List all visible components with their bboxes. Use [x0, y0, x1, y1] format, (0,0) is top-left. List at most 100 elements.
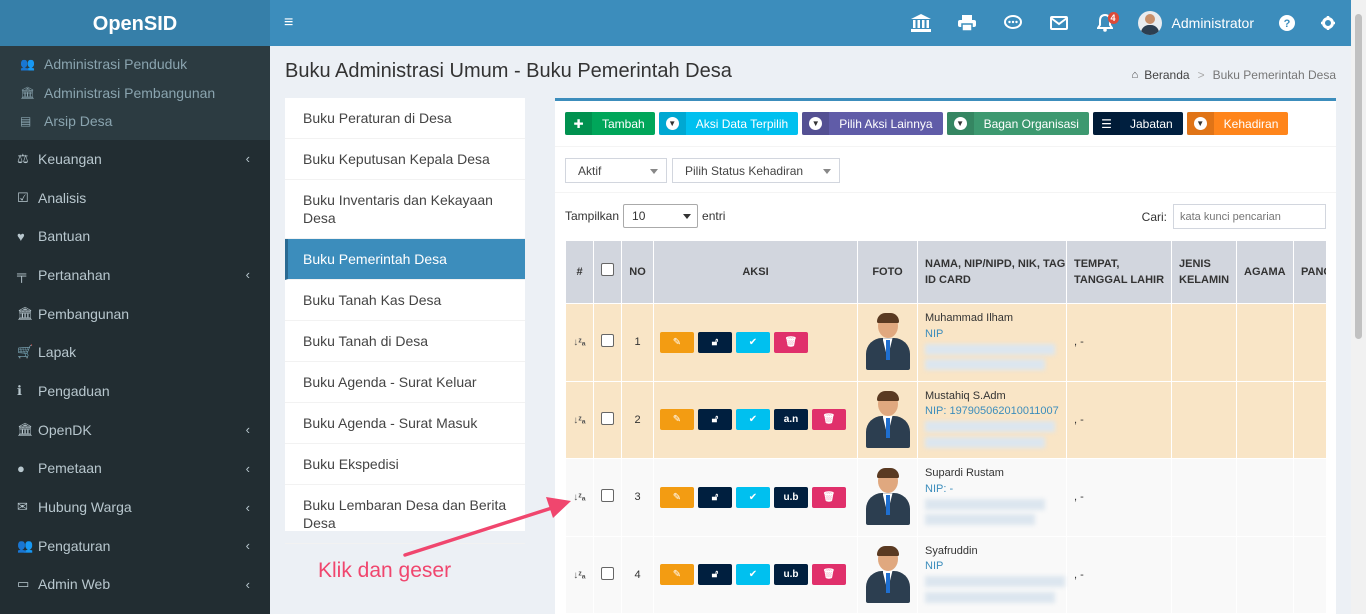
signing-type-button[interactable]: u.b: [774, 564, 808, 586]
breadcrumb-home[interactable]: Beranda: [1144, 68, 1189, 82]
redacted-field: [925, 359, 1045, 371]
search-input[interactable]: [1173, 204, 1326, 229]
row-checkbox[interactable]: [601, 411, 614, 425]
notification-bell-icon[interactable]: 4: [1082, 0, 1128, 46]
unlock-button[interactable]: 🔓︎: [698, 409, 732, 431]
delete-button[interactable]: 🗑︎: [812, 564, 846, 586]
select-all-checkbox[interactable]: [601, 263, 614, 276]
signing-type-button[interactable]: u.b: [774, 486, 808, 508]
book-menu-item[interactable]: Buku Agenda - Surat Keluar: [285, 362, 525, 403]
check-button[interactable]: ✔: [736, 486, 770, 508]
sidebar-subitem[interactable]: ▤ Arsip Desa: [0, 107, 270, 136]
table-row[interactable]: ↓ᶻₐ 2 ✎ 🔓︎ ✔ a.n 🗑︎ Mustahiq S.Adm NIP: …: [565, 380, 1327, 459]
book-menu-item[interactable]: Buku Tanah di Desa: [285, 321, 525, 362]
rank-cell: [1293, 458, 1327, 537]
edit-button[interactable]: ✎: [660, 564, 694, 586]
check-button[interactable]: ✔: [736, 564, 770, 586]
sidebar-item[interactable]: ♥ Bantuan: [0, 217, 270, 256]
scrollbar-thumb[interactable]: [1355, 14, 1362, 339]
delete-button[interactable]: 🗑︎: [774, 331, 808, 353]
signing-type-button[interactable]: a.n: [774, 409, 808, 431]
check-button[interactable]: ✔: [736, 409, 770, 431]
attendance-status-select[interactable]: Pilih Status Kehadiran: [672, 158, 840, 183]
bulk-action-button[interactable]: ▼ Aksi Data Terpilih: [658, 112, 799, 135]
sidebar-item-label: Admin Web: [38, 576, 111, 593]
sidebar-item-label: Analisis: [38, 189, 87, 206]
bank-icon[interactable]: [898, 0, 944, 46]
table-row[interactable]: ↓ᶻₐ 1 ✎ 🔓︎ ✔ 🗑︎ Muhammad Ilham NIP , -: [565, 303, 1327, 382]
sidebar-item-label: OpenDK: [38, 421, 92, 438]
list-icon: ☰: [1092, 112, 1120, 135]
book-menu-item[interactable]: Buku Keputusan Kepala Desa: [285, 139, 525, 180]
sidebar-item[interactable]: ☑ Analisis: [0, 178, 270, 217]
desktop-icon: ▭: [17, 576, 30, 592]
book-menu-item[interactable]: Buku Ekspedisi: [285, 444, 525, 485]
sidebar-item[interactable]: ✉ Hubung Warga ‹: [0, 488, 270, 527]
book-menu-item[interactable]: Buku Peraturan di Desa: [285, 98, 525, 139]
col-header-jenis-kelamin[interactable]: JENIS KELAMIN: [1171, 240, 1237, 304]
check-button[interactable]: ✔: [736, 331, 770, 353]
user-menu[interactable]: Administrator: [1128, 0, 1268, 46]
page-size-select[interactable]: 10: [623, 204, 699, 228]
unlock-button[interactable]: 🔓︎: [698, 486, 732, 508]
attendance-button[interactable]: ▼ Kehadiran: [1186, 112, 1289, 135]
delete-button[interactable]: 🗑︎: [812, 486, 846, 508]
book-menu-item[interactable]: Buku Inventaris dan Kekayaan Desa: [285, 180, 525, 239]
envelope-icon[interactable]: [1036, 0, 1082, 46]
drag-sort-icon[interactable]: ↓ᶻₐ: [573, 492, 585, 503]
edit-button[interactable]: ✎: [660, 486, 694, 508]
table-row[interactable]: ↓ᶻₐ 4 ✎ 🔓︎ ✔ u.b 🗑︎ Syafruddin NIP , -: [565, 535, 1327, 614]
add-button[interactable]: ✚ Tambah: [565, 112, 655, 135]
col-header-agama[interactable]: AGAMA: [1236, 240, 1294, 304]
book-menu-item[interactable]: Buku Lembaran Desa dan Berita Desa: [285, 485, 525, 544]
col-header-nama[interactable]: NAMA, NIP/NIPD, NIK, TAG ID CARD: [917, 240, 1067, 304]
rank-cell: [1293, 303, 1327, 382]
edit-button[interactable]: ✎: [660, 331, 694, 353]
edit-button[interactable]: ✎: [660, 409, 694, 431]
sidebar-subitem[interactable]: 🏛 Administrasi Pembangunan: [0, 79, 270, 108]
other-actions-button[interactable]: ▼ Pilih Aksi Lainnya: [802, 112, 943, 135]
page-scrollbar[interactable]: [1351, 0, 1366, 614]
sidebar-item[interactable]: 🛒 Lapak: [0, 333, 270, 372]
status-select[interactable]: Aktif: [565, 158, 667, 183]
book-menu-item[interactable]: Buku Tanah Kas Desa: [285, 280, 525, 321]
unlock-button[interactable]: 🔓︎: [698, 564, 732, 586]
drag-sort-icon[interactable]: ↓ᶻₐ: [573, 415, 585, 426]
sidebar-item[interactable]: ╤ Pertanahan ‹: [0, 256, 270, 295]
drag-sort-icon[interactable]: ↓ᶻₐ: [573, 570, 585, 581]
help-icon[interactable]: ?: [1268, 0, 1306, 46]
sidebar-item[interactable]: 🏛 OpenDK ‹: [0, 410, 270, 449]
row-checkbox[interactable]: [601, 489, 614, 503]
sidebar-item[interactable]: ● Pemetaan ‹: [0, 449, 270, 488]
chat-icon[interactable]: [990, 0, 1036, 46]
position-button[interactable]: ☰ Jabatan: [1092, 112, 1183, 135]
gear-icon[interactable]: [1306, 0, 1350, 46]
sidebar-item[interactable]: ℹ Pengaduan: [0, 372, 270, 411]
table-row[interactable]: ↓ᶻₐ 3 ✎ 🔓︎ ✔ u.b 🗑︎ Supardi Rustam NIP: …: [565, 458, 1327, 537]
col-header-pangkat[interactable]: PANG GOLO: [1293, 240, 1327, 304]
gender-cell: [1171, 380, 1237, 459]
sidebar-item[interactable]: ▭ Admin Web ‹: [0, 565, 270, 604]
print-icon[interactable]: [944, 0, 990, 46]
book-menu-item[interactable]: Buku Pemerintah Desa: [285, 239, 525, 280]
select-all-checkbox-cell: [593, 240, 622, 304]
drag-sort-icon[interactable]: ↓ᶻₐ: [573, 337, 585, 348]
unlock-button[interactable]: 🔓︎: [698, 331, 732, 353]
official-name: Mustahiq S.Adm: [925, 389, 1006, 402]
avatar: [865, 545, 910, 603]
sidebar-item[interactable]: 👥 Pengaturan ‹: [0, 526, 270, 565]
add-button-label: Tambah: [602, 116, 645, 131]
divider: [555, 146, 1336, 147]
sidebar-item[interactable]: 🏛 Pembangunan: [0, 294, 270, 333]
row-checkbox[interactable]: [601, 566, 614, 580]
col-header-no[interactable]: NO: [621, 240, 654, 304]
sidebar-subitem[interactable]: 👥 Administrasi Penduduk: [0, 50, 270, 79]
book-menu-item[interactable]: Buku Agenda - Surat Masuk: [285, 403, 525, 444]
sidebar-toggle-icon[interactable]: ≡: [284, 14, 293, 32]
sidebar-item[interactable]: ⚖ Keuangan ‹: [0, 140, 270, 179]
org-chart-button[interactable]: ▼ Bagan Organisasi: [946, 112, 1089, 135]
col-header-ttl[interactable]: TEMPAT, TANGGAL LAHIR: [1066, 240, 1172, 304]
app-logo[interactable]: OpenSID: [0, 0, 270, 46]
delete-button[interactable]: 🗑︎: [812, 409, 846, 431]
row-checkbox[interactable]: [601, 334, 614, 348]
